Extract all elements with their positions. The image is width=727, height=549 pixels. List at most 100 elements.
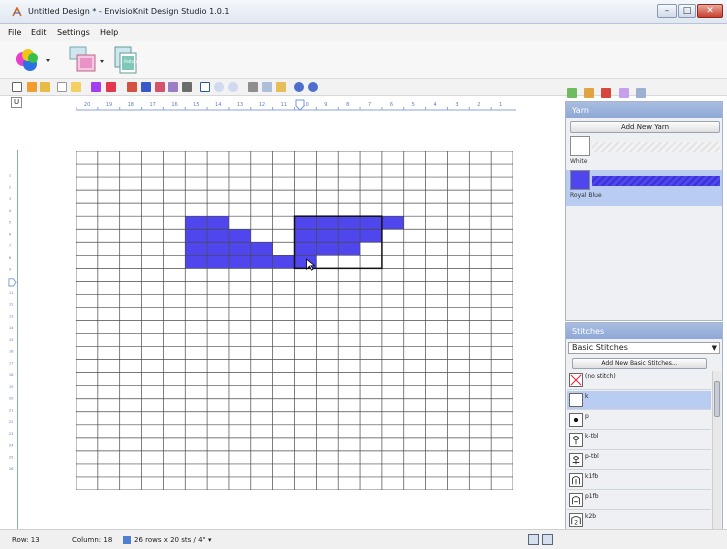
view-mode-button-2[interactable] (542, 534, 553, 545)
grid-cell-filled[interactable] (316, 242, 339, 256)
app-icon (12, 7, 22, 17)
stitch-book-icon[interactable] (601, 88, 611, 98)
stitch-item-p-tbl[interactable]: p-tbl (567, 451, 711, 470)
cut-icon[interactable] (248, 82, 258, 92)
grid-cell-filled[interactable] (294, 255, 317, 269)
grid-cell-filled[interactable] (338, 242, 361, 256)
grid-cell-filled[interactable] (228, 255, 251, 269)
svg-text:2: 2 (574, 519, 578, 526)
ruler-number-vertical: 16 (9, 350, 14, 354)
ruler-number-vertical: 20 (9, 397, 14, 401)
fill-icon[interactable] (141, 82, 151, 92)
swap-icon[interactable] (619, 88, 629, 98)
grid-cell-filled[interactable] (185, 255, 208, 269)
redo-icon[interactable] (308, 82, 318, 92)
grid-cell-filled[interactable] (185, 216, 208, 230)
grid-cell-filled[interactable] (294, 229, 317, 243)
stitch-label: p1fb (585, 493, 599, 500)
pattern-icon[interactable]: Pattern (113, 45, 139, 75)
grid-cell-filled[interactable] (185, 242, 208, 256)
grid-cell-filled[interactable] (294, 216, 317, 230)
stitch-label: k-tbl (585, 433, 599, 440)
pointer-icon[interactable] (12, 82, 22, 92)
grid-cell-filled[interactable] (294, 242, 317, 256)
grid-cell-filled[interactable] (228, 229, 251, 243)
zoom-in-icon[interactable] (214, 82, 224, 92)
grid-cell-filled[interactable] (360, 216, 382, 230)
pencil-icon[interactable] (27, 82, 37, 92)
grid-cell-filled[interactable] (250, 255, 273, 269)
grid-cell-filled[interactable] (185, 229, 208, 243)
k2b-icon: 2 (569, 513, 583, 527)
stitch-category-select[interactable]: Basic Stitches ▼ (568, 342, 720, 354)
paste-icon[interactable] (71, 82, 81, 92)
view-mode-button-1[interactable] (528, 534, 539, 545)
menu-help[interactable]: Help (100, 28, 118, 37)
copy2-icon[interactable] (262, 82, 272, 92)
zoom-out-icon[interactable] (228, 82, 238, 92)
grid-cell-filled[interactable] (316, 229, 339, 243)
grid-size-icon (123, 536, 131, 544)
menu-file[interactable]: File (8, 28, 21, 37)
grid-cell-filled[interactable] (338, 216, 361, 230)
palette-icon[interactable] (12, 46, 54, 74)
grid-cell-filled[interactable] (228, 242, 251, 256)
add-new-yarn-button[interactable]: Add New Yarn (570, 121, 720, 133)
menu-edit[interactable]: Edit (31, 28, 47, 37)
ruler-number: 17 (149, 102, 155, 108)
purl-icon (569, 413, 583, 427)
pen-icon[interactable] (40, 82, 50, 92)
grid-cell-filled[interactable] (207, 242, 229, 256)
stamp-icon[interactable] (155, 82, 165, 92)
ruler-unit-box[interactable]: U (11, 97, 22, 108)
add-new-stitches-button[interactable]: Add New Basic Stitches... (572, 358, 707, 369)
ruler-marker[interactable] (295, 99, 305, 111)
yarn-item-white[interactable]: White (566, 136, 722, 172)
eraser-icon[interactable] (106, 82, 116, 92)
yarn-strand-blue (592, 176, 720, 186)
stitch-item-k1fb[interactable]: k1fb (567, 471, 711, 490)
stitch-list-scrollbar[interactable] (712, 371, 721, 539)
undo-icon[interactable] (294, 82, 304, 92)
scrollbar-thumb[interactable] (714, 381, 720, 417)
status-grid-size[interactable]: 26 rows x 20 sts / 4" ▾ (134, 536, 212, 544)
maximize-button[interactable]: □ (678, 4, 696, 18)
shape-icon[interactable] (127, 82, 137, 92)
grid-cell-filled[interactable] (207, 229, 229, 243)
yarn-edit-icon[interactable] (567, 88, 577, 98)
panel-options-icon[interactable] (636, 88, 646, 98)
arrow-icon[interactable] (182, 82, 192, 92)
knit-tbl-icon (569, 433, 583, 447)
stitch-item-k-tbl[interactable]: k-tbl (567, 431, 711, 450)
stitch-item-k2b[interactable]: 2 k2b (567, 511, 711, 530)
paste2-icon[interactable] (276, 82, 286, 92)
yarn-book-icon[interactable] (584, 88, 594, 98)
grid-cell-filled[interactable] (250, 242, 273, 256)
menu-settings[interactable]: Settings (57, 28, 90, 37)
yarn-item-royal-blue[interactable]: Royal Blue (566, 170, 722, 206)
grid-cell-filled[interactable] (316, 216, 339, 230)
select-icon[interactable] (168, 82, 178, 92)
ruler-marker-vertical[interactable] (8, 278, 17, 287)
grid-cell-filled[interactable] (207, 255, 229, 269)
stitch-item-p1fb[interactable]: p1fb (567, 491, 711, 510)
stitch-item-knit[interactable]: k (567, 391, 711, 410)
brush-icon[interactable] (91, 82, 101, 92)
ruler-number-vertical: 14 (9, 326, 14, 330)
grid-cell-filled[interactable] (272, 255, 295, 269)
copy-icon[interactable] (57, 82, 67, 92)
close-button[interactable]: ✕ (697, 4, 723, 18)
minimize-button[interactable]: – (657, 4, 677, 18)
chart-icon[interactable] (66, 45, 108, 75)
stitch-grid[interactable] (76, 151, 513, 490)
yarn-label: Royal Blue (570, 192, 602, 199)
grid-cell-filled[interactable] (338, 229, 361, 243)
title-bar: Untitled Design * - EnvisioKnit Design S… (0, 0, 727, 24)
stitch-item-no-stitch[interactable]: (no stitch) (567, 371, 711, 390)
grid-cell-filled[interactable] (207, 216, 229, 230)
stitch-item-purl[interactable]: p (567, 411, 711, 430)
grid-cell-filled[interactable] (381, 216, 404, 230)
crop-icon[interactable] (200, 82, 210, 92)
grid-cell-filled[interactable] (360, 229, 382, 243)
yarn-swatch (570, 170, 590, 190)
